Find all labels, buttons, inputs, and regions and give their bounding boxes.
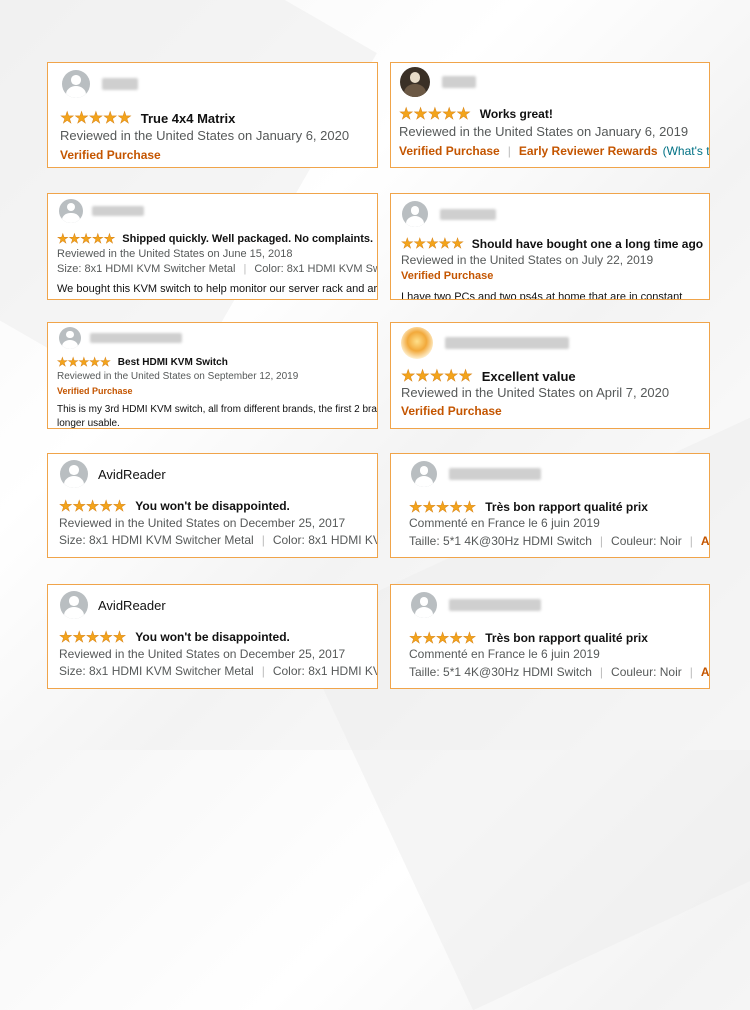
divider: | — [689, 534, 693, 548]
review-card: ★★★★★ Works great! Reviewed in the Unite… — [390, 62, 710, 168]
avatar — [62, 70, 90, 98]
avatar — [59, 199, 83, 223]
divider: | — [261, 533, 265, 547]
review-title[interactable]: True 4x4 Matrix — [141, 111, 236, 126]
reviewer-name-blurred — [102, 78, 138, 90]
review-card: ★★★★★ Shipped quickly. Well packaged. No… — [47, 193, 378, 300]
reviewer-name-blurred — [442, 76, 476, 88]
review-title[interactable]: You won't be disappointed. — [135, 499, 290, 513]
review-date: Reviewed in the United States on April 7… — [401, 385, 670, 400]
divider: | — [243, 263, 247, 275]
reviewer-name-blurred — [445, 337, 569, 349]
verified-purchase-badge: Verified Purchase — [60, 148, 161, 162]
avatar — [411, 592, 437, 618]
review-body: longer usable. — [57, 418, 120, 429]
divider: | — [599, 534, 604, 548]
review-card: ★★★★★ Best HDMI KVM Switch Reviewed in t… — [47, 322, 378, 429]
avatar — [411, 461, 437, 487]
review-card: ★★★★★ Excellent value Reviewed in the Un… — [390, 322, 710, 429]
review-date: Reviewed in the United States on January… — [399, 124, 689, 139]
reviewer-name[interactable]: AvidReader — [98, 467, 166, 482]
review-date: Commenté en France le 6 juin 2019 — [409, 647, 600, 661]
review-card: AvidReader ★★★★★ You won't be disappoint… — [47, 584, 378, 689]
rating-stars: ★★★★★ — [401, 235, 464, 252]
product-color[interactable]: Couleur: Noir — [611, 534, 682, 548]
avatar — [402, 201, 428, 227]
review-card: ★★★★★ Should have bought one a long time… — [390, 193, 710, 300]
early-reviewer-badge: Early Reviewer Rewards — [518, 144, 658, 158]
review-date: Reviewed in the United States on Decembe… — [59, 516, 346, 530]
avatar — [401, 327, 433, 359]
review-title[interactable]: You won't be disappointed. — [135, 630, 290, 644]
review-date: Reviewed in the United States on July 22… — [401, 253, 654, 267]
review-title[interactable]: Excellent value — [482, 369, 576, 384]
review-title[interactable]: Works great! — [480, 107, 553, 121]
product-color[interactable]: Color: 8x1 HDMI KV — [273, 533, 377, 547]
whats-this-link[interactable]: (What's this — [663, 144, 709, 158]
review-title[interactable]: Should have bought one a long time ago — [472, 237, 703, 251]
reviewer-name-blurred — [90, 333, 182, 343]
review-body: We bought this KVM switch to help monito… — [57, 283, 378, 295]
avatar — [60, 460, 88, 488]
rating-stars: ★★★★★ — [59, 498, 127, 516]
product-size[interactable]: Size: 8x1 HDMI KVM Switcher Metal — [59, 664, 254, 678]
rating-stars: ★★★★★ — [57, 231, 116, 247]
reviewer-name[interactable]: AvidReader — [98, 598, 166, 613]
rating-stars: ★★★★★ — [60, 110, 132, 128]
avatar — [60, 591, 88, 619]
divider: | — [507, 144, 511, 158]
review-date: Reviewed in the United States on Decembe… — [59, 647, 346, 661]
product-color[interactable]: Color: 8x1 HDMI KVM Switch — [254, 263, 377, 275]
reviewer-name-blurred — [440, 208, 496, 220]
review-card: ★★★★★ True 4x4 Matrix Reviewed in the Un… — [47, 62, 378, 168]
product-size[interactable]: Taille: 5*1 4K@30Hz HDMI Switch — [409, 534, 592, 548]
divider: | — [261, 664, 265, 678]
product-color[interactable]: Couleur: Noir — [611, 665, 682, 679]
rating-stars: ★★★★★ — [409, 499, 477, 517]
review-date: Reviewed in the United States on June 15… — [57, 248, 293, 260]
truncated-badge: Ac — [700, 665, 710, 679]
reviewer-name-blurred — [449, 468, 541, 480]
review-title[interactable]: Shipped quickly. Well packaged. No compl… — [122, 233, 373, 245]
rating-stars: ★★★★★ — [409, 630, 477, 648]
rating-stars: ★★★★★ — [401, 368, 473, 386]
review-body: I have two PCs and two ps4s at home that… — [401, 291, 683, 300]
review-date: Commenté en France le 6 juin 2019 — [409, 516, 600, 530]
review-card: ★★★★★ Très bon rapport qualité prix Comm… — [390, 453, 710, 558]
truncated-badge: Ac — [700, 534, 710, 548]
review-date: Reviewed in the United States on Septemb… — [57, 371, 299, 382]
divider: | — [599, 665, 604, 679]
product-size[interactable]: Size: 8x1 HDMI KVM Switcher Metal — [57, 263, 236, 275]
avatar — [59, 327, 81, 349]
review-title[interactable]: Très bon rapport qualité prix — [485, 631, 648, 645]
reviewer-name-blurred — [92, 206, 144, 216]
review-body: This is my 3rd HDMI KVM switch, all from… — [57, 404, 377, 415]
rating-stars: ★★★★★ — [59, 629, 127, 647]
reviewer-name-blurred — [449, 599, 541, 611]
product-size[interactable]: Size: 8x1 HDMI KVM Switcher Metal — [59, 533, 254, 547]
verified-purchase-badge: Verified Purchase — [401, 270, 494, 282]
avatar — [400, 67, 430, 97]
rating-stars: ★★★★★ — [57, 355, 111, 370]
divider: | — [689, 665, 693, 679]
review-date: Reviewed in the United States on January… — [60, 128, 350, 143]
verified-purchase-badge: Verified Purchase — [399, 144, 500, 158]
review-card: ★★★★★ Très bon rapport qualité prix Comm… — [390, 584, 710, 689]
review-title[interactable]: Très bon rapport qualité prix — [485, 500, 648, 514]
review-title[interactable]: Best HDMI KVM Switch — [118, 357, 228, 368]
product-size[interactable]: Taille: 5*1 4K@30Hz HDMI Switch — [409, 665, 592, 679]
rating-stars: ★★★★★ — [399, 106, 471, 124]
verified-purchase-badge: Verified Purchase — [401, 404, 502, 418]
review-card: AvidReader ★★★★★ You won't be disappoint… — [47, 453, 378, 558]
verified-purchase-badge: Verified Purchase — [57, 386, 133, 396]
product-color[interactable]: Color: 8x1 HDMI KV — [273, 664, 377, 678]
